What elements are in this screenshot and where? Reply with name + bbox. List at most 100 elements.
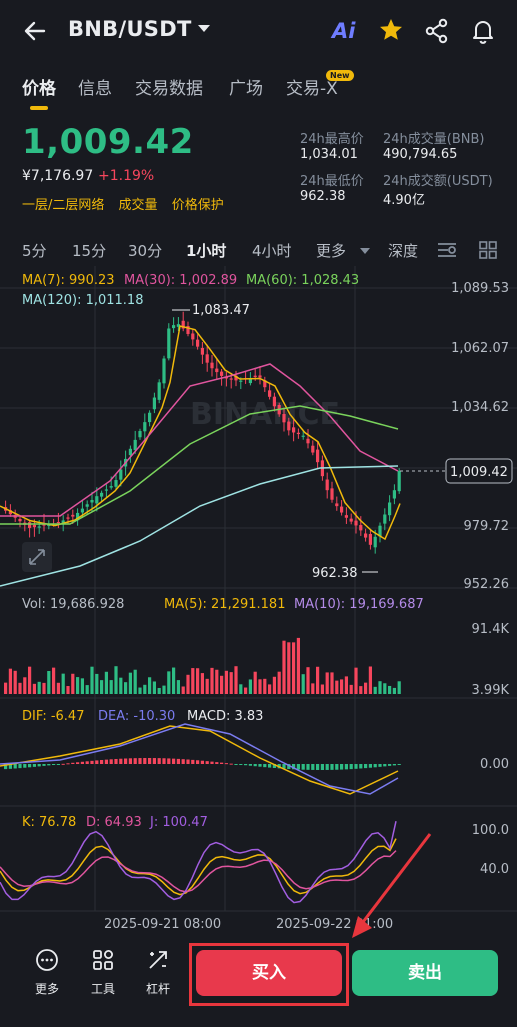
candle [287, 421, 291, 431]
macd-bar [181, 759, 185, 764]
volume-label: Vol: 19,686.928 [22, 597, 125, 612]
tab-info[interactable]: 信息 [78, 74, 112, 99]
kline-chart[interactable]: BINANCE 1,009.42 1,083.47 962.38 MA(7): … [0, 266, 517, 938]
candle [373, 536, 377, 548]
macd-lines [0, 723, 399, 795]
tag-price-protection[interactable]: 价格保护 [172, 198, 224, 213]
price-axis-label: 979.72 [463, 519, 510, 534]
candle [330, 488, 334, 500]
volume-bar [37, 681, 41, 694]
back-arrow-icon[interactable] [22, 18, 48, 44]
volume-bar [85, 685, 89, 694]
volume-bar [205, 678, 209, 694]
high-price-marker: 1,083.47 [192, 303, 250, 318]
tag-volume[interactable]: 成交量 [119, 198, 158, 213]
candle [282, 413, 286, 423]
tab-square[interactable]: 广场 [229, 74, 263, 99]
macd-bar [368, 764, 372, 768]
candle [80, 508, 84, 513]
candle [215, 368, 219, 373]
interval-1h[interactable]: 1小时 [186, 240, 226, 261]
volume-bar [306, 667, 310, 694]
price-axis-label: 1,034.62 [451, 400, 509, 415]
macd-bar [335, 764, 339, 770]
volume-bar [90, 666, 94, 694]
candle [32, 524, 36, 528]
depth-tab[interactable]: 深度 [388, 240, 418, 261]
candle [157, 382, 161, 400]
price-change-percent: +1.19% [98, 168, 155, 184]
tab-price[interactable]: 价格 [22, 74, 56, 99]
volume-bar [282, 640, 286, 694]
price-axis-label: 1,089.53 [451, 281, 509, 296]
macd-bar [359, 764, 363, 769]
interval-15m[interactable]: 15分 [72, 240, 106, 261]
macd-value-label: MACD: 3.83 [187, 709, 264, 724]
candle [316, 449, 320, 463]
volume-bar [42, 682, 46, 694]
volume-bar [23, 677, 27, 694]
sell-button[interactable]: 卖出 [352, 950, 498, 996]
volume-bar [296, 637, 300, 694]
ai-assistant-icon[interactable]: Ai [332, 19, 355, 43]
volume-bar [349, 684, 353, 694]
interval-30m[interactable]: 30分 [128, 240, 162, 261]
interval-4h[interactable]: 4小时 [252, 240, 292, 261]
notification-bell-icon[interactable] [470, 17, 496, 44]
tools-label: 工具 [90, 982, 115, 996]
macd-bar [354, 764, 358, 769]
current-price-tag: 1,009.42 [450, 465, 508, 480]
volume-bar [162, 685, 166, 694]
stat-vol-bnb-label: 24h成交量(BNB) [383, 132, 485, 147]
new-badge: New [326, 70, 354, 81]
macd-bar [320, 764, 324, 770]
volume-bar [364, 682, 368, 694]
tag-layer[interactable]: 一层/二层网络 [22, 198, 104, 213]
volume-bar [56, 682, 60, 694]
macd-dea-line [0, 723, 399, 795]
indicator-settings-icon[interactable] [436, 240, 458, 260]
ma60-label: MA(60): 1,028.43 [246, 273, 360, 288]
macd-bar [311, 764, 315, 770]
leverage-tool[interactable]: 杠杆 [138, 948, 178, 997]
volume-bar [8, 668, 12, 694]
volume-bar [61, 673, 65, 694]
more-label: 更多 [34, 982, 59, 996]
active-tab-indicator [30, 106, 48, 110]
volume-bar [172, 667, 176, 694]
favorite-star-icon[interactable] [378, 17, 404, 43]
macd-bar [128, 758, 132, 764]
interval-5m[interactable]: 5分 [22, 240, 47, 261]
pair-dropdown-icon[interactable] [198, 25, 210, 32]
layout-grid-icon[interactable] [478, 240, 498, 260]
pair-title[interactable]: BNB/USDT [68, 17, 192, 41]
kdj-j-label: J: 100.47 [150, 815, 208, 830]
candle [340, 506, 344, 513]
macd-bar [148, 758, 152, 764]
volume-bar [388, 685, 392, 694]
candle [148, 412, 152, 423]
tab-trading-data[interactable]: 交易数据 [135, 74, 203, 99]
interval-more[interactable]: 更多 [316, 240, 346, 261]
macd-bar [296, 764, 300, 770]
volume-bar [272, 676, 276, 694]
candle [104, 489, 108, 491]
tools-tool[interactable]: 工具 [83, 948, 123, 997]
fullscreen-expand-icon[interactable] [22, 542, 52, 572]
macd-bar [388, 764, 392, 766]
candle [90, 499, 94, 503]
volume-bar [143, 684, 147, 694]
macd-bar [90, 760, 94, 764]
share-icon[interactable] [424, 18, 450, 44]
volume-bar [181, 686, 185, 694]
buy-button[interactable]: 买入 [196, 950, 342, 996]
volume-bar [277, 671, 281, 694]
volume-bar [392, 687, 396, 694]
candle [359, 525, 363, 531]
macd-bar [157, 758, 161, 764]
macd-bar [124, 758, 128, 764]
macd-bar [167, 758, 171, 764]
macd-dif-label: DIF: -6.47 [22, 709, 85, 724]
more-tool[interactable]: 更多 [27, 948, 67, 997]
candle [397, 471, 401, 492]
